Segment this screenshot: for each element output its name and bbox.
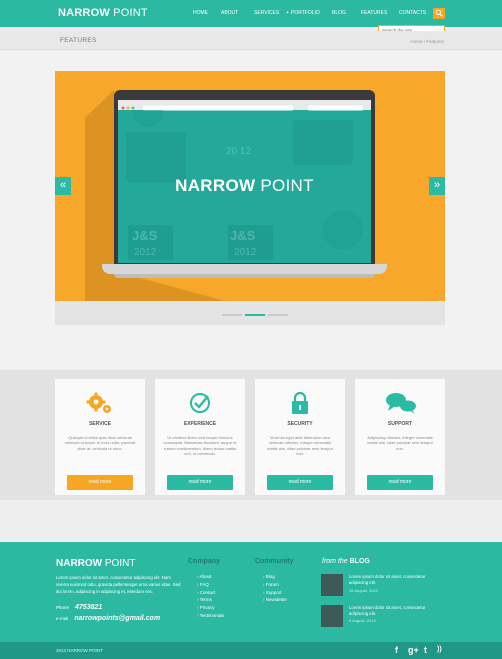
copyright: 2013 NARROW POINT <box>56 648 103 653</box>
gears-icon <box>86 392 111 413</box>
screen-text-2012-1: 2012 <box>134 247 157 258</box>
nav-contacts[interactable]: CONTACTS <box>399 10 426 16</box>
screen-text-js-2: J&S <box>230 228 256 243</box>
slider-prev-button[interactable]: « <box>55 177 71 195</box>
browser-bar <box>118 100 371 111</box>
footer-link-forum[interactable]: Forum <box>263 581 287 589</box>
check-circle-icon <box>190 393 210 413</box>
footer-phone: Phone 4753821 <box>56 604 103 611</box>
footer-about-text: Lorem ipsum dolor sit amet, consectetur … <box>56 575 181 595</box>
community-links: Blog Forum Support Newsletter <box>263 573 287 604</box>
laptop-base-edge <box>114 274 375 278</box>
slider-pagination-bar <box>55 301 445 325</box>
read-more-button[interactable]: read more <box>67 475 133 490</box>
nav-services[interactable]: SERVICES <box>254 10 279 16</box>
blog-post-title[interactable]: Lorem ipsum dolor sit amet, consectetur … <box>349 574 444 585</box>
screen-text-year: 20 12 <box>226 146 251 157</box>
page: NARROW POINT HOME ABOUT SERVICES + PORTF… <box>0 0 502 659</box>
feature-card-security: SECURITY Vivamus eget ante bibendum arcu… <box>255 379 345 495</box>
spacer-section <box>0 500 502 542</box>
slider-dot-2[interactable] <box>245 314 265 316</box>
google-plus-icon[interactable]: g+ <box>408 645 419 655</box>
footer-link-newsletter[interactable]: Newsletter <box>263 596 287 604</box>
page-title: FEATURES <box>60 37 97 44</box>
footer-link-about[interactable]: About <box>197 573 224 581</box>
blog-thumbnail[interactable] <box>321 605 343 627</box>
breadcrumb-current: Features <box>426 39 444 44</box>
feature-text: Adipiscing ultricies, integer venenatis … <box>367 435 433 451</box>
footer-link-support[interactable]: Support <box>263 589 287 597</box>
bottom-bar: 2013 NARROW POINT f g+ t )) <box>0 642 502 659</box>
community-heading: Community <box>255 558 294 565</box>
footer-link-privacy[interactable]: Privacy <box>197 604 224 612</box>
read-more-button[interactable]: read more <box>267 475 333 490</box>
feature-card-support: SUPPORT Adipiscing ultricies, integer ve… <box>355 379 445 495</box>
breadcrumb: Home / Features <box>410 39 444 44</box>
search-icon <box>435 9 443 17</box>
top-navbar: NARROW POINT HOME ABOUT SERVICES + PORTF… <box>0 0 502 27</box>
lock-icon <box>292 391 308 414</box>
nav-about[interactable]: ABOUT <box>221 10 238 16</box>
footer-logo[interactable]: NARROW POINT <box>56 558 135 569</box>
rss-icon[interactable]: )) <box>437 646 442 653</box>
blog-post-date: 26 August, 2013 <box>349 588 378 593</box>
page-header-bar: FEATURES Home / Features <box>0 31 502 50</box>
slider-dot-3[interactable] <box>268 314 288 316</box>
feature-title: EXPERIENCE <box>183 421 217 427</box>
blog-heading: from the BLOG <box>322 558 370 565</box>
footer-link-contact[interactable]: Contact <box>197 589 224 597</box>
company-heading: Company <box>188 558 220 565</box>
nav-portfolio[interactable]: PORTFOLIO <box>291 10 320 16</box>
screen-text-2012-2: 2012 <box>234 247 257 258</box>
feature-card-service: SERVICE Quisque id tellus quis risus veh… <box>55 379 145 495</box>
footer-link-faq[interactable]: FAQ <box>197 581 224 589</box>
footer-link-blog[interactable]: Blog <box>263 573 287 581</box>
company-links: About FAQ Contact Terms Privacy Testimon… <box>197 573 225 620</box>
feature-text: Vivamus eget ante bibendum arcu vehicula… <box>267 435 333 456</box>
facebook-icon[interactable]: f <box>395 645 398 655</box>
feature-title: SUPPORT <box>387 421 413 427</box>
laptop-screen: 20 12 J&S J&S 2012 2012 NARROW POINT <box>118 100 371 263</box>
feature-text: Ut eleifend libero sed neque rhoncus con… <box>163 435 237 456</box>
footer-link-testimonials[interactable]: Testimonials <box>197 612 225 620</box>
site-logo[interactable]: NARROW POINT <box>58 7 148 19</box>
feature-title: SECURITY <box>287 421 313 427</box>
footer-email: e-mail narrowpoints@gmail.com <box>56 615 161 622</box>
blog-post-title[interactable]: Lorem ipsum dolor sit amet, consectetur … <box>349 605 444 616</box>
footer: NARROW POINT Lorem ipsum dolor sit amet,… <box>0 542 502 642</box>
nav-features[interactable]: FEATURES <box>361 10 387 16</box>
breadcrumb-separator: / <box>423 39 425 44</box>
nav-blog[interactable]: BLOG <box>332 10 346 16</box>
screen-text-js-1: J&S <box>132 228 158 243</box>
nav-portfolio-plus-icon: + <box>286 10 289 16</box>
read-more-button[interactable]: read more <box>367 475 433 490</box>
breadcrumb-home[interactable]: Home <box>410 39 422 44</box>
laptop-base <box>102 264 387 274</box>
blog-post-date: 9 August, 2013 <box>349 618 376 623</box>
nav-home[interactable]: HOME <box>193 10 208 16</box>
footer-link-terms[interactable]: Terms <box>197 596 224 604</box>
feature-card-experience: EXPERIENCE Ut eleifend libero sed neque … <box>155 379 245 495</box>
slider-next-button[interactable]: » <box>429 177 445 195</box>
search-button[interactable] <box>433 8 445 19</box>
feature-title: SERVICE <box>89 421 111 427</box>
feature-text: Quisque id tellus quis risus vehicula ve… <box>64 435 136 451</box>
chat-bubbles-icon <box>386 393 416 414</box>
hero-title: NARROW POINT <box>175 176 314 195</box>
blog-thumbnail[interactable] <box>321 574 343 596</box>
slider-dot-1[interactable] <box>222 314 242 316</box>
read-more-button[interactable]: read more <box>167 475 233 490</box>
twitter-icon[interactable]: t <box>424 645 427 655</box>
